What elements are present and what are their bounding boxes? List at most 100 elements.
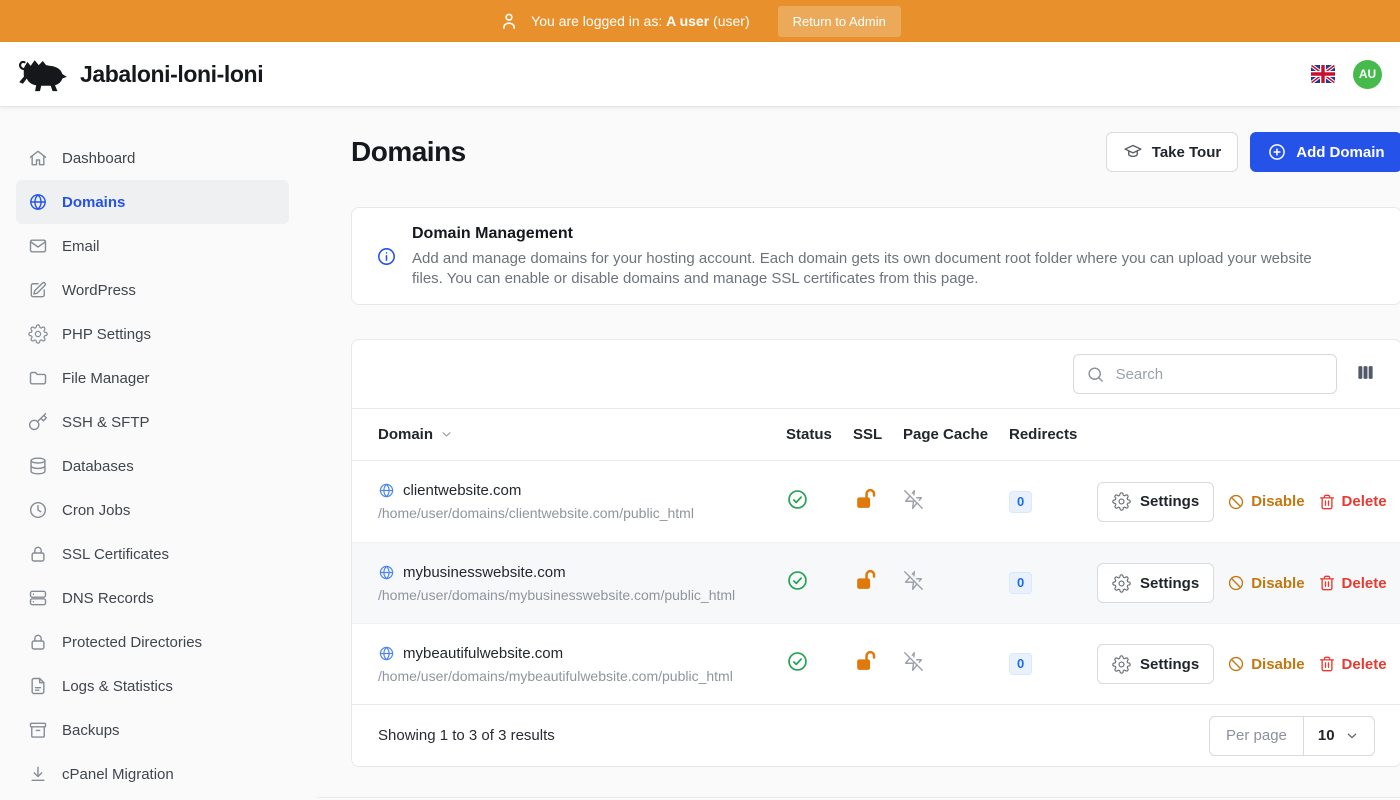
redirects-cell: 0 [1009,491,1097,513]
delete-button[interactable]: Delete [1318,493,1387,511]
sidebar-item-ssh-sftp[interactable]: SSH & SFTP [16,400,289,444]
unlock-icon [853,649,878,674]
sidebar-item-label: Domains [62,194,125,211]
settings-button[interactable]: Settings [1097,563,1214,603]
search-icon [1086,365,1105,384]
status-cell [786,650,853,678]
check-circle-icon [786,569,809,592]
globe-icon [378,564,395,581]
domains-table-card: DomainStatusSSLPage CacheRedirects clien… [351,339,1400,767]
table-toolbar [352,340,1400,408]
check-circle-icon [786,488,809,511]
sidebar-item-protected-directories[interactable]: Protected Directories [16,620,289,664]
take-tour-button[interactable]: Take Tour [1106,132,1238,172]
slash-circle-icon [1227,574,1245,592]
settings-button[interactable]: Settings [1097,482,1214,522]
gear-icon [1112,655,1131,674]
clock-icon [28,500,48,520]
edit-icon [28,280,48,300]
columns-icon [1356,363,1375,382]
disable-button[interactable]: Disable [1227,574,1304,592]
delete-button[interactable]: Delete [1318,574,1387,592]
row-actions: Settings Disable Delete [1097,563,1387,603]
disable-button[interactable]: Disable [1227,655,1304,673]
ssl-cell [853,649,903,679]
page-cache-cell [903,489,1009,515]
user-icon [499,11,519,31]
sidebar-item-label: Cron Jobs [62,502,130,519]
sidebar-item-label: cPanel Migration [62,766,174,783]
globe-icon [378,645,395,662]
sidebar-item-email[interactable]: Email [16,224,289,268]
sidebar-item-label: PHP Settings [62,326,151,343]
sidebar-item-php-settings[interactable]: PHP Settings [16,312,289,356]
zap-off-icon [903,570,924,591]
row-actions: Settings Disable Delete [1097,482,1387,522]
check-circle-icon [786,650,809,673]
column-visibility-button[interactable] [1354,361,1377,387]
user-avatar[interactable]: AU [1353,60,1382,89]
brand-title: Jabaloni-loni-loni [80,61,263,88]
sidebar-item-label: Databases [62,458,134,475]
impersonation-banner: You are logged in as: A user (user) Retu… [0,0,1400,42]
results-summary: Showing 1 to 3 of 3 results [378,727,555,744]
column-header-redirects: Redirects [1009,426,1097,443]
ssl-cell [853,487,903,517]
sidebar-item-wordpress[interactable]: WordPress [16,268,289,312]
zap-off-icon [903,489,924,510]
sidebar-item-label: DNS Records [62,590,154,607]
slash-circle-icon [1227,655,1245,673]
boar-logo-icon [16,54,68,94]
server-icon [28,588,48,608]
sidebar-item-databases[interactable]: Databases [16,444,289,488]
content-bottom-divider [317,797,1400,798]
sidebar-item-cpanel-migration[interactable]: cPanel Migration [16,752,289,796]
search-input[interactable] [1114,365,1324,384]
add-domain-button[interactable]: Add Domain [1250,132,1400,172]
delete-button[interactable]: Delete [1318,655,1387,673]
gear-icon [1112,574,1131,593]
plus-circle-icon [1267,142,1287,162]
sidebar-item-cron-jobs[interactable]: Cron Jobs [16,488,289,532]
language-flag-icon[interactable] [1311,65,1335,83]
domain-row-mybusinesswebsite-com: mybusinesswebsite.com /home/user/domains… [352,542,1400,623]
sidebar-item-backups[interactable]: Backups [16,708,289,752]
sidebar-item-logs-statistics[interactable]: Logs & Statistics [16,664,289,708]
disable-button[interactable]: Disable [1227,493,1304,511]
sidebar-item-domains[interactable]: Domains [16,180,289,224]
banner-user-role: (user) [713,13,750,29]
domain-management-info-card: Domain Management Add and manage domains… [351,207,1400,305]
document-root-path: /home/user/domains/mybusinesswebsite.com… [378,587,786,603]
settings-button[interactable]: Settings [1097,644,1214,684]
database-icon [28,456,48,476]
domain-cell: clientwebsite.com /home/user/domains/cli… [378,482,786,521]
per-page-select[interactable]: Per page 10 [1209,716,1375,756]
column-header-domain[interactable]: Domain [378,426,786,443]
domain-row-clientwebsite-com: clientwebsite.com /home/user/domains/cli… [352,461,1400,542]
ssl-cell [853,568,903,598]
sidebar-item-file-manager[interactable]: File Manager [16,356,289,400]
banner-user-name: A user [666,13,709,29]
search-box [1073,354,1337,394]
info-icon [376,246,397,267]
document-root-path: /home/user/domains/mybeautifulwebsite.co… [378,668,786,684]
status-cell [786,569,853,597]
file-text-icon [28,676,48,696]
grad-cap-icon [1123,142,1143,162]
per-page-value[interactable]: 10 [1304,717,1374,755]
sidebar-item-label: SSH & SFTP [62,414,150,431]
sidebar-item-ssl-certificates[interactable]: SSL Certificates [16,532,289,576]
table-body: clientwebsite.com /home/user/domains/cli… [352,461,1400,704]
main-content: Domains Take Tour Add Domain Domain Mana… [317,106,1400,800]
sidebar-item-dashboard[interactable]: Dashboard [16,136,289,180]
domain-cell: mybusinesswebsite.com /home/user/domains… [378,564,786,603]
sidebar-item-label: Backups [62,722,120,739]
page-cache-cell [903,570,1009,596]
download-icon [28,764,48,784]
return-to-admin-button[interactable]: Return to Admin [778,6,901,37]
sidebar-item-dns-records[interactable]: DNS Records [16,576,289,620]
sidebar-item-label: WordPress [62,282,136,299]
domain-name: mybeautifulwebsite.com [403,645,563,662]
redirects-count-badge: 0 [1009,491,1032,513]
info-card-title: Domain Management [412,223,1312,245]
